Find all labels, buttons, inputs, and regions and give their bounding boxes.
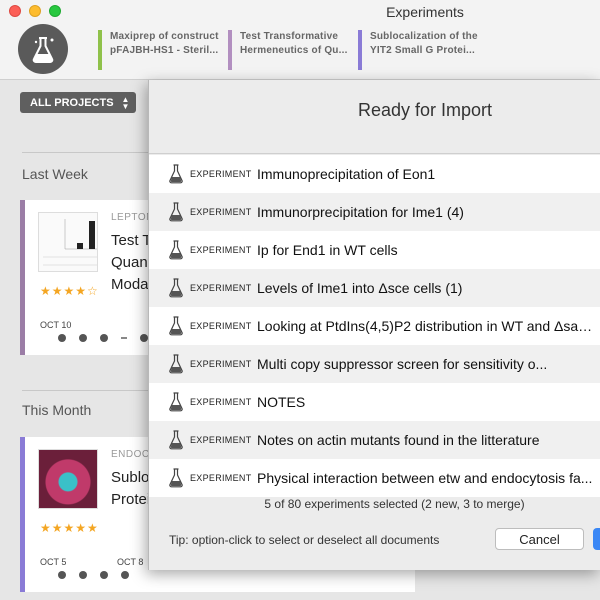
flask-icon xyxy=(167,239,185,261)
divider xyxy=(22,390,152,391)
experiment-name: Levels of Ime1 into Δsce cells (1) xyxy=(257,280,463,296)
experiment-name: Multi copy suppressor screen for sensiti… xyxy=(257,356,548,372)
document-tab-maxiprep[interactable]: Maxiprep of construct pFAJBH-HS1 - Steri… xyxy=(98,30,220,70)
experiment-name: NOTES xyxy=(257,394,306,410)
experiment-list: EXPERIMENT Immunoprecipitation of Eon1 EXP… xyxy=(149,155,600,497)
chart-thumbnail xyxy=(38,212,98,272)
tab-line2: Hermeneutics of Qu... xyxy=(240,45,348,56)
experiment-row[interactable]: EXPERIMENT Levels of Ime1 into Δsce cells… xyxy=(149,269,600,307)
timeline-dots xyxy=(58,334,148,342)
microscopy-thumbnail xyxy=(38,449,98,509)
card-date: OCT 10 xyxy=(40,320,72,330)
rating-stars: ★★★★☆ xyxy=(40,284,99,298)
experiment-type-label: EXPERIMENT xyxy=(190,473,252,483)
experiment-type-label: EXPERIMENT xyxy=(190,321,252,331)
experiment-row[interactable]: EXPERIMENT Immunoprecipitation of Eon1 xyxy=(149,155,600,193)
tab-line1: Sublocalization of the xyxy=(370,31,478,42)
import-sheet: Ready for Import EXPERIMENT Immunoprecipi… xyxy=(148,80,600,570)
experiment-name: Physical interaction between etw and end… xyxy=(257,470,593,486)
experiment-type-label: EXPERIMENT xyxy=(190,207,252,217)
rating-stars: ★★★★★ xyxy=(40,521,99,535)
flask-icon xyxy=(167,467,185,489)
experiment-type-label: EXPERIMENT xyxy=(190,169,252,179)
window-title: Experiments xyxy=(386,4,464,20)
sheet-title: Ready for Import xyxy=(357,100,493,120)
updown-chevron-icon: ▲ ▼ xyxy=(121,94,130,111)
all-projects-label: ALL PROJECTS xyxy=(30,96,114,109)
experiment-row[interactable]: EXPERIMENT Multi copy suppressor screen f… xyxy=(149,345,600,383)
divider xyxy=(149,153,600,154)
experiment-type-label: EXPERIMENT xyxy=(190,435,252,445)
document-tab-test-transformative[interactable]: Test Transformative Hermeneutics of Qu..… xyxy=(228,30,350,70)
flask-icon xyxy=(167,391,185,413)
flask-icon xyxy=(167,163,185,185)
flask-icon xyxy=(167,201,185,223)
experiment-row[interactable]: EXPERIMENT Notes on actin mutants found i… xyxy=(149,421,600,459)
experiment-name: Notes on actin mutants found in the litt… xyxy=(257,432,540,448)
all-projects-dropdown[interactable]: ALL PROJECTS ▲ ▼ xyxy=(20,92,136,113)
import-button[interactable] xyxy=(593,528,600,550)
card-category: ENDOC xyxy=(111,449,150,460)
tip-text: Tip: option-click to select or deselect … xyxy=(169,533,440,547)
app-logo-flask-icon[interactable] xyxy=(18,24,68,74)
card-date: OCT 5 xyxy=(40,557,67,567)
experiment-row[interactable]: EXPERIMENT Immunorprecipitation for Ime1 … xyxy=(149,193,600,231)
document-tab-sublocalization[interactable]: Sublocalization of the YIT2 Small G Prot… xyxy=(358,30,480,70)
experiment-type-label: EXPERIMENT xyxy=(190,283,252,293)
experiment-row[interactable]: EXPERIMENT NOTES xyxy=(149,383,600,421)
divider xyxy=(22,152,152,153)
experiment-name: Immunoprecipitation of Eon1 xyxy=(257,166,436,182)
experiment-type-label: EXPERIMENT xyxy=(190,359,252,369)
experiment-name: Immunorprecipitation for Ime1 (4) xyxy=(257,204,464,220)
flask-icon xyxy=(167,429,185,451)
title-bar: Experiments Maxiprep of construct pFAJBH… xyxy=(0,0,600,80)
flask-icon xyxy=(167,315,185,337)
flask-icon xyxy=(167,353,185,375)
experiment-type-label: EXPERIMENT xyxy=(190,397,252,407)
flask-icon xyxy=(167,277,185,299)
experiment-row[interactable]: EXPERIMENT Ip for End1 in WT cells xyxy=(149,231,600,269)
tab-line2: YIT2 Small G Protei... xyxy=(370,45,475,56)
experiment-type-label: EXPERIMENT xyxy=(190,245,252,255)
tab-line1: Test Transformative xyxy=(240,31,339,42)
experiment-row[interactable]: EXPERIMENT Looking at PtdIns(4,5)P2 distr… xyxy=(149,307,600,345)
tab-line2: pFAJBH-HS1 - Steril... xyxy=(110,45,219,56)
experiment-name: Looking at PtdIns(4,5)P2 distribution in… xyxy=(257,318,597,334)
section-this-month: This Month xyxy=(22,402,92,418)
experiment-row[interactable]: EXPERIMENT Physical interaction between e… xyxy=(149,459,600,497)
cancel-button[interactable]: Cancel xyxy=(495,528,584,550)
experiment-name: Ip for End1 in WT cells xyxy=(257,242,398,258)
section-last-week: Last Week xyxy=(22,166,88,182)
selection-summary: 5 of 80 experiments selected (2 new, 3 t… xyxy=(264,497,525,511)
timeline-dots xyxy=(58,571,129,579)
tab-line1: Maxiprep of construct xyxy=(110,31,219,42)
card-date: OCT 8 xyxy=(117,557,144,567)
